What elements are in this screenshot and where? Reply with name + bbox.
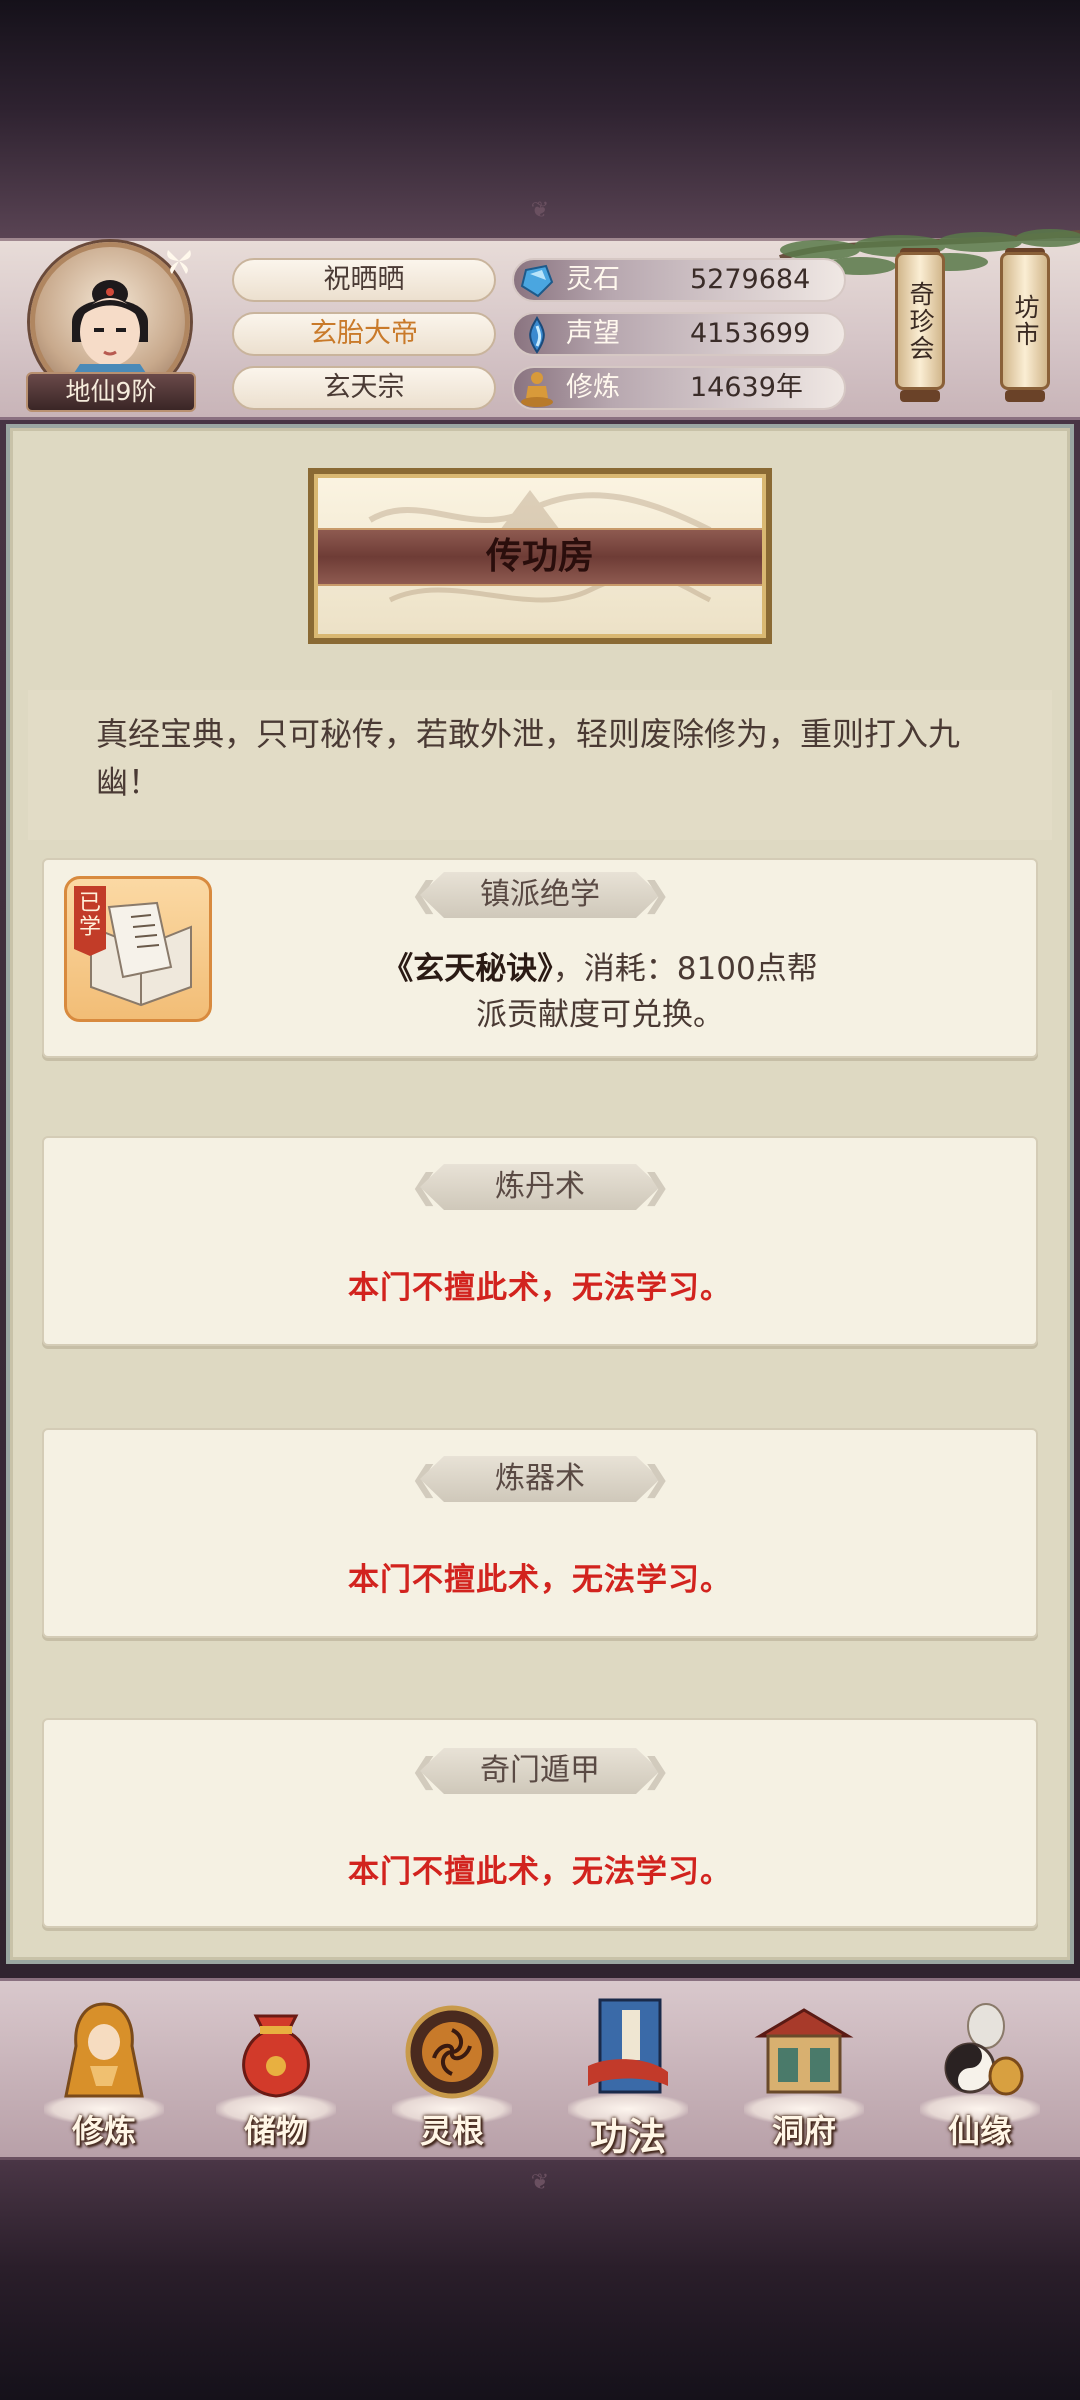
player-sect: 玄天宗: [232, 366, 496, 410]
spirit-root-icon: [405, 2005, 499, 2099]
chevron-right-icon: ❯: [642, 1751, 671, 1791]
learned-badge: 已学: [74, 886, 106, 956]
cost-text-continued: 派贡献度可兑换。: [476, 997, 724, 1033]
nav-item-cultivate[interactable]: 修炼: [24, 1986, 184, 2156]
nav-item-storage[interactable]: 储物: [196, 1986, 356, 2156]
scroll-cap: [900, 390, 940, 402]
meditation-icon: [521, 372, 553, 407]
nav-item-immortal-fate[interactable]: 仙缘: [900, 1986, 1060, 2156]
nav-item-spirit-root[interactable]: 灵根: [372, 1986, 532, 2156]
spirit-stone-value: 5279684: [690, 264, 811, 295]
nav-label: 功法: [589, 2115, 666, 2159]
character-portrait-icon: [68, 280, 152, 382]
realm-level-badge: 地仙9阶: [26, 372, 196, 412]
cultivation-value: 14639年: [690, 372, 803, 403]
technique-book-icon: [588, 1998, 668, 2094]
cultivate-icon: [64, 2002, 144, 2098]
cost-text: ，消耗：8100点帮: [552, 951, 818, 987]
spirit-stone-label: 灵石: [566, 264, 620, 295]
nav-item-cave-dwelling[interactable]: 洞府: [724, 1986, 884, 2156]
immortal-fate-icon: [944, 2003, 1024, 2096]
reputation-icon: [529, 316, 545, 354]
card-header: 镇派绝学: [420, 872, 660, 918]
cave-dwelling-icon: [754, 2008, 854, 2094]
intro-text: 真经宝典，只可秘传，若敢外泄，轻则废除修为，重则打入九幽！: [96, 715, 961, 801]
resource-cultivation: 修炼 14639年: [512, 366, 846, 410]
resource-reputation: 声望 4153699: [512, 312, 846, 356]
nav-label: 储物: [243, 2112, 308, 2150]
card-header: 奇门遁甲: [420, 1748, 660, 1794]
card-description: 《玄天秘诀》，消耗：8100点帮 派贡献度可兑换。: [280, 946, 920, 1038]
market-button[interactable]: 坊市: [1000, 252, 1050, 390]
cultivation-label: 修炼: [566, 372, 620, 403]
page-title: 传功房: [485, 536, 594, 577]
unavailable-message: 本门不擅此术，无法学习。: [348, 1270, 732, 1306]
spirit-stone-icon: [520, 264, 554, 298]
butterfly-icon: [167, 250, 191, 274]
nav-label: 洞府: [771, 2112, 836, 2150]
top-ornament-icon: ❦: [530, 198, 550, 223]
chevron-right-icon: ❯: [642, 875, 671, 915]
player-name: 祝晒晒: [232, 258, 496, 302]
unavailable-message: 本门不擅此术，无法学习。: [348, 1562, 732, 1598]
chevron-right-icon: ❯: [642, 1167, 671, 1207]
unavailable-message: 本门不擅此术，无法学习。: [348, 1854, 732, 1890]
storage-bag-icon: [242, 2014, 310, 2098]
player-title: 玄胎大帝: [232, 312, 496, 356]
card-header: 炼丹术: [420, 1164, 660, 1210]
card-header: 炼器术: [420, 1456, 660, 1502]
bottom-backdrop: [0, 2160, 1080, 2400]
nav-label: 灵根: [419, 2112, 484, 2150]
scroll-cap: [1005, 390, 1045, 402]
technique-name: 《玄天秘诀》: [382, 951, 553, 987]
nav-item-technique[interactable]: 功法: [548, 1986, 708, 2159]
bottom-ornament-icon: ❦: [530, 2170, 550, 2195]
chevron-right-icon: ❯: [642, 1459, 671, 1499]
reputation-label: 声望: [566, 318, 620, 349]
nav-label: 仙缘: [947, 2112, 1012, 2150]
resource-spirit-stone: 灵石 5279684: [512, 258, 846, 302]
reputation-value: 4153699: [690, 318, 811, 349]
treasure-fair-button[interactable]: 奇珍会: [895, 252, 945, 390]
nav-label: 修炼: [71, 2112, 136, 2150]
